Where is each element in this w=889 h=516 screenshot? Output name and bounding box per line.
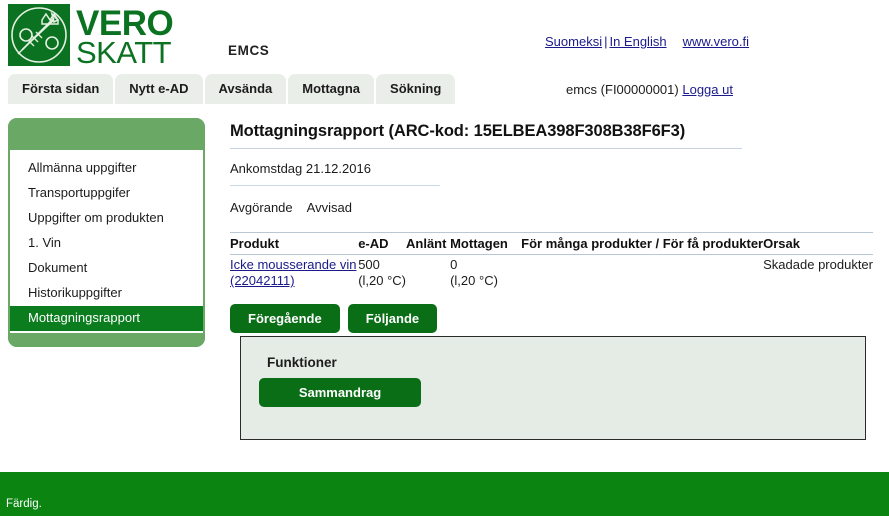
cell-ead: 500 (l,20 °C): [358, 255, 406, 293]
arrival-date-label: Ankomstdag 21.12.2016: [230, 161, 440, 186]
sidebar-item-dokument[interactable]: Dokument: [10, 256, 203, 281]
sidebar-item-historikuppgifter[interactable]: Historikuppgifter: [10, 281, 203, 306]
user-session-info: emcs (FI00000001) Logga ut: [566, 82, 733, 97]
main-tab-bar: Första sidan Nytt e-AD Avsända Mottagna …: [8, 74, 456, 104]
sammandrag-button[interactable]: Sammandrag: [259, 378, 421, 407]
logout-link[interactable]: Logga ut: [682, 82, 733, 97]
cell-for-manga-produkter: [521, 255, 763, 293]
mottagen-value: 0: [450, 257, 458, 272]
cell-produkt: Icke mousserande vin (22042111): [230, 255, 358, 293]
page-header: VERO SKATT EMCS Suomeksi | In English www.v…: [0, 0, 889, 97]
tab-sokning[interactable]: Sökning: [376, 74, 456, 104]
table-header-row: Produkt e-AD Anlänt Mottagen För många p…: [230, 232, 873, 255]
sidebar-header-band: [8, 118, 205, 150]
sidebar-nav: Allmänna uppgifter Transportuppgifer Upp…: [8, 118, 205, 347]
cell-orsak: Skadade produkter: [763, 257, 873, 272]
product-table: Produkt e-AD Anlänt Mottagen För många p…: [230, 232, 873, 292]
col-header-orsak: Orsak: [763, 232, 873, 255]
status-bar-text: Färdig.: [6, 498, 42, 510]
cell-mottagen: 0 (l,20 °C): [450, 255, 521, 293]
link-separator: |: [604, 34, 608, 49]
col-header-for-manga-produkter: För många produkter / För få produkter: [521, 232, 764, 255]
verdict-label: Avgörande: [230, 200, 293, 215]
functions-panel: Funktioner Sammandrag: [240, 336, 866, 440]
logo-text-skatt: SKATT: [76, 35, 172, 70]
ead-unit: (l,20 °C): [358, 273, 407, 288]
col-header-produkt: Produkt: [230, 232, 359, 255]
tab-nytt-ead[interactable]: Nytt e-AD: [115, 74, 203, 104]
main-content: Mottagningsrapport (ARC-kod: 15ELBEA398F…: [230, 122, 880, 333]
product-name-link[interactable]: Icke mousserande vin: [230, 257, 356, 272]
previous-button[interactable]: Föregående: [230, 304, 340, 333]
link-vero-fi[interactable]: www.vero.fi: [683, 34, 749, 49]
app-name-label: EMCS: [228, 43, 270, 58]
product-code-link[interactable]: (22042111): [230, 273, 295, 288]
sidebar-item-mottagningsrapport[interactable]: Mottagningsrapport: [10, 306, 203, 331]
functions-panel-title: Funktioner: [267, 355, 337, 370]
user-name-label: emcs (FI00000001): [566, 82, 679, 97]
language-links: Suomeksi | In English www.vero.fi: [545, 34, 749, 49]
footer-bar: Färdig.: [0, 472, 889, 516]
table-row: Icke mousserande vin (22042111) 500 (l,2…: [230, 255, 873, 293]
verdict-value: Avvisad: [306, 200, 352, 215]
link-suomeksi[interactable]: Suomeksi: [545, 34, 602, 49]
tab-mottagna[interactable]: Mottagna: [288, 74, 375, 104]
cell-anlant: [406, 255, 450, 293]
sidebar-item-1-vin[interactable]: 1. Vin: [10, 231, 203, 256]
mottagen-unit: (l,20 °C): [450, 273, 498, 288]
sidebar-item-uppgifter-om-produkten[interactable]: Uppgifter om produkten: [10, 206, 203, 231]
vero-skatt-logo: VERO SKATT: [8, 4, 174, 70]
ead-value: 500: [358, 257, 380, 272]
tab-forsta-sidan[interactable]: Första sidan: [8, 74, 114, 104]
finnish-coat-of-arms-icon: [8, 4, 70, 66]
tab-avsanda[interactable]: Avsända: [204, 74, 287, 104]
col-header-ead: e-AD: [358, 232, 407, 255]
verdict-row: Avgörande Avvisad: [230, 200, 880, 215]
link-in-english[interactable]: In English: [609, 34, 666, 49]
functions-panel-buttons: Sammandrag: [259, 378, 865, 407]
sidebar-item-list: Allmänna uppgifter Transportuppgifer Upp…: [8, 150, 205, 333]
sidebar-footer-band: [8, 333, 205, 347]
page-title: Mottagningsrapport (ARC-kod: 15ELBEA398F…: [230, 122, 742, 149]
sidebar-item-allmanna-uppgifter[interactable]: Allmänna uppgifter: [10, 156, 203, 181]
navigation-buttons: Föregående Följande: [230, 304, 880, 333]
sidebar-item-transportuppgifer[interactable]: Transportuppgifer: [10, 181, 203, 206]
col-header-anlant: Anlänt: [406, 232, 451, 255]
col-header-mottagen: Mottagen: [450, 232, 522, 255]
next-button[interactable]: Följande: [347, 304, 438, 333]
